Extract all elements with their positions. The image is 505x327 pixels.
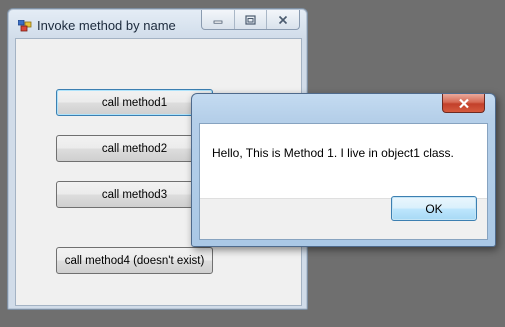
call-method3-button[interactable]: call method3 [56,181,213,208]
message-text: Hello, This is Method 1. I live in objec… [212,146,454,160]
caption-buttons [201,10,300,30]
maximize-button[interactable] [235,10,268,29]
title-bar[interactable]: Invoke method by name [8,9,307,35]
close-button[interactable] [267,10,299,29]
minimize-button[interactable] [202,10,235,29]
window-title: Invoke method by name [37,18,176,33]
close-icon [458,98,469,108]
close-icon [279,15,288,24]
call-method2-button[interactable]: call method2 [56,135,213,162]
message-box-content: Hello, This is Method 1. I live in objec… [199,123,488,240]
ok-button[interactable]: OK [391,196,477,221]
minimize-icon [213,20,223,24]
maximize-icon [245,14,256,25]
call-method4-button[interactable]: call method4 (doesn't exist) [56,247,213,274]
message-box: Hello, This is Method 1. I live in objec… [191,93,496,247]
message-box-close-button[interactable] [442,94,485,113]
call-method1-button[interactable]: call method1 [56,89,213,116]
app-icon [17,19,32,32]
